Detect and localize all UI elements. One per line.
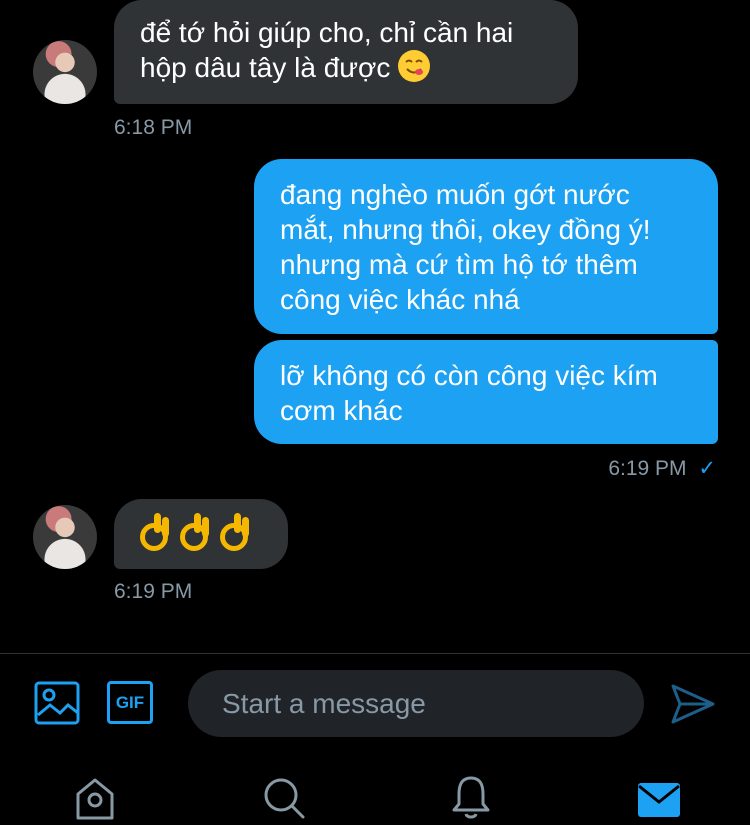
message-timestamp: 6:19 PM <box>114 580 193 603</box>
message-timestamp: 6:19 PM ✓ <box>608 456 716 481</box>
message-input-placeholder: Start a message <box>222 688 426 719</box>
outgoing-message-bubble: lỡ không có còn công việc kím cơm khác <box>254 340 718 444</box>
gif-label: GIF <box>115 693 145 712</box>
timestamp-text: 6:19 PM <box>608 457 687 480</box>
message-text: lỡ không có còn công việc kím <box>280 360 658 391</box>
incoming-message-bubble: để tớ hỏi giúp cho, chỉ cần hai hộp dâu … <box>114 0 578 104</box>
message-text: hộp dâu tây là được <box>140 50 552 85</box>
read-receipt-check-icon: ✓ <box>698 457 716 480</box>
send-icon[interactable] <box>670 683 716 725</box>
ok-hand-emoji-icon <box>218 513 252 551</box>
message-text: công việc khác nhá <box>280 284 520 315</box>
message-input[interactable]: Start a message <box>188 670 644 737</box>
message-text: đang nghèo muốn gớt nước <box>280 179 630 210</box>
bell-icon[interactable] <box>451 774 491 820</box>
avatar[interactable] <box>33 40 97 104</box>
search-icon[interactable] <box>262 776 306 820</box>
outgoing-message-bubble: đang nghèo muốn gớt nước mắt, nhưng thôi… <box>254 159 718 334</box>
mail-icon[interactable] <box>637 782 681 818</box>
home-icon[interactable] <box>74 776 116 820</box>
incoming-message-bubble <box>114 499 288 569</box>
gif-button[interactable]: GIF <box>107 681 153 724</box>
message-text: cơm khác <box>280 395 403 426</box>
message-timestamp: 6:18 PM <box>114 116 193 139</box>
ok-hand-emoji-icon <box>178 513 212 551</box>
yum-emoji-icon <box>398 50 431 82</box>
composer-divider <box>0 653 750 654</box>
ok-hand-emoji-icon <box>138 513 172 551</box>
message-text: nhưng mà cứ tìm hộ tớ thêm <box>280 249 638 280</box>
image-icon[interactable] <box>34 681 80 725</box>
message-text: để tớ hỏi giúp cho, chỉ cần hai <box>140 17 514 48</box>
message-text: mắt, nhưng thôi, okey đồng ý! <box>280 214 651 245</box>
message-text-line: hộp dâu tây là được <box>140 52 391 83</box>
avatar[interactable] <box>33 505 97 569</box>
